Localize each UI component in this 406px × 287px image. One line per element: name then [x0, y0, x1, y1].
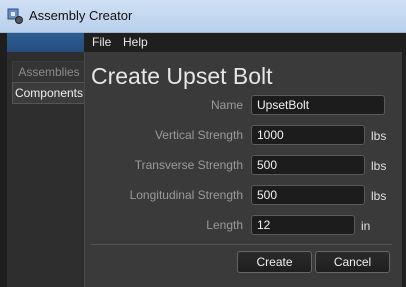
length-label: Length [206, 218, 243, 232]
vertical-strength-label: Vertical Strength [154, 128, 243, 142]
sidebar: Assemblies Components [7, 52, 85, 287]
transverse-strength-unit: lbs [371, 159, 387, 173]
menu-bar: File Help [84, 33, 401, 52]
vertical-strength-input[interactable]: 1000 [251, 125, 365, 145]
window-frame-left [0, 33, 7, 287]
name-label: Name [210, 98, 243, 112]
longitudinal-strength-input[interactable]: 500 [251, 185, 365, 205]
cancel-button[interactable]: Cancel [315, 251, 390, 273]
create-button[interactable]: Create [237, 251, 312, 273]
length-unit: in [361, 219, 371, 233]
length-input[interactable]: 12 [251, 215, 355, 235]
divider [91, 244, 392, 245]
menu-file[interactable]: File [92, 35, 111, 49]
sidebar-tab-components[interactable]: Components [12, 82, 85, 104]
name-input[interactable]: UpsetBolt [251, 95, 385, 115]
menu-help[interactable]: Help [123, 35, 148, 49]
longitudinal-strength-label: Longitudinal Strength [129, 188, 243, 202]
sidebar-header [7, 33, 84, 52]
transverse-strength-label: Transverse Strength [134, 158, 243, 172]
transverse-strength-input[interactable]: 500 [251, 155, 365, 175]
longitudinal-strength-unit: lbs [371, 189, 387, 203]
window-title: Assembly Creator [29, 8, 133, 23]
sidebar-tab-assemblies[interactable]: Assemblies [12, 61, 85, 83]
window-title-bar: Assembly Creator [0, 0, 406, 33]
vertical-strength-unit: lbs [371, 129, 387, 143]
assembly-app-icon [7, 8, 23, 24]
page-title: Create Upset Bolt [91, 63, 273, 89]
main-panel: Create Upset Bolt Name UpsetBolt Vertica… [84, 52, 402, 287]
